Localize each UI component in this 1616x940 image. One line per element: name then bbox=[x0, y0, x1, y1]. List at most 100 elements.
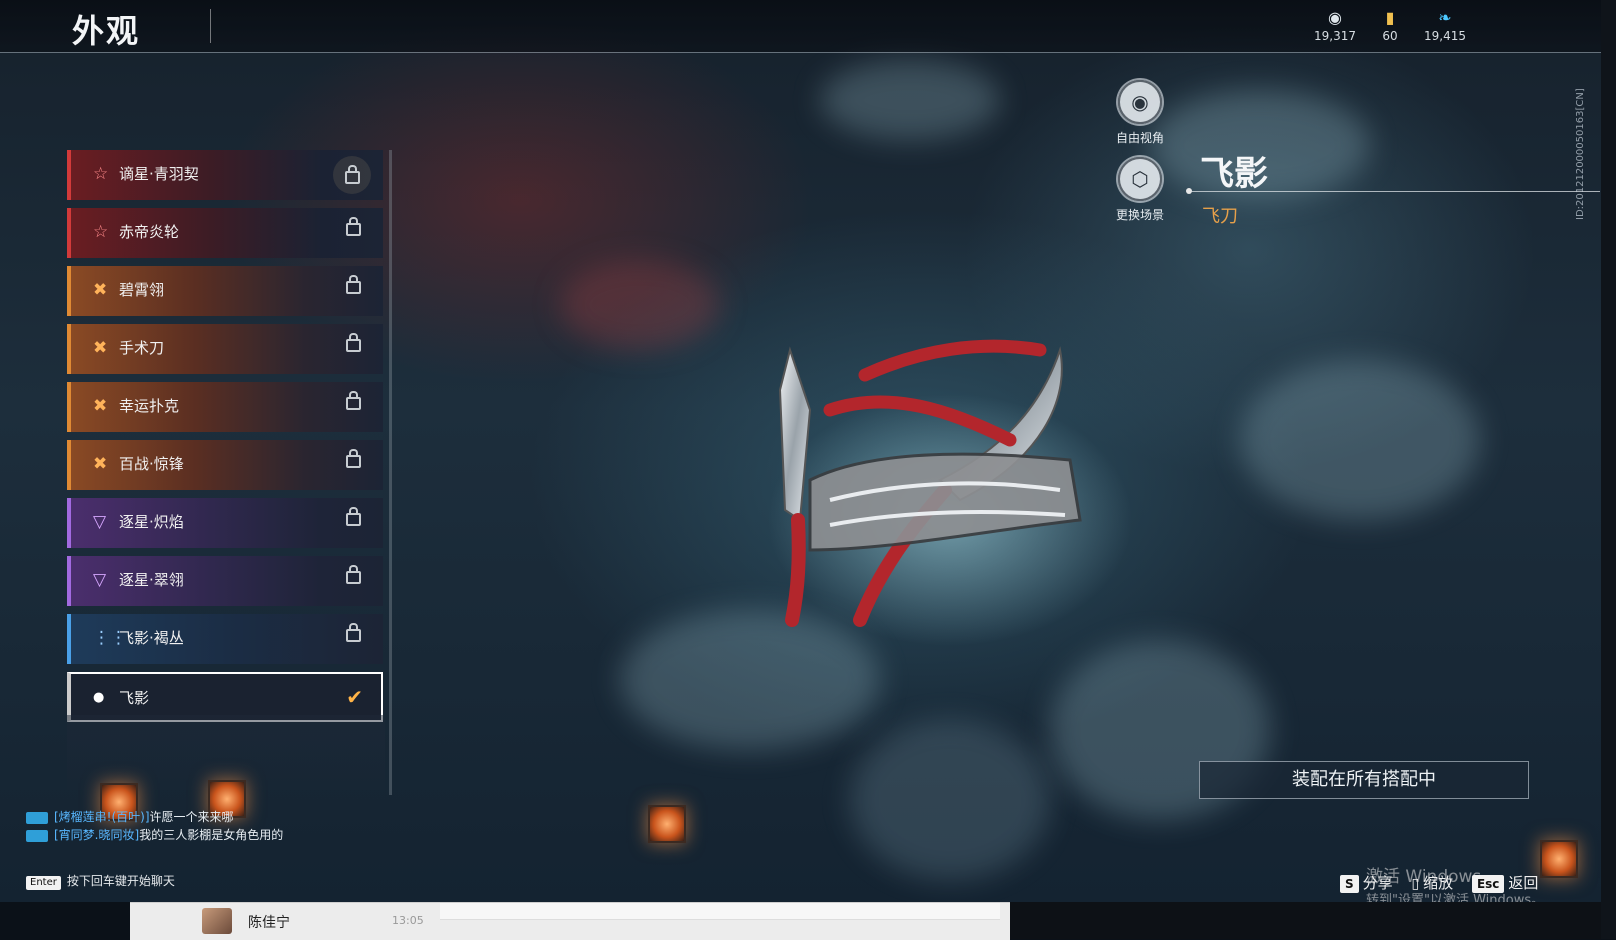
skin-label: 逐星·炽焰 bbox=[119, 513, 184, 531]
drop-icon: ● bbox=[93, 690, 105, 705]
lock-icon bbox=[346, 275, 361, 294]
skin-item[interactable]: ✖ 手术刀 bbox=[67, 324, 383, 374]
back-hotkey[interactable]: Esc 返回 bbox=[1471, 874, 1539, 893]
lock-icon bbox=[346, 507, 361, 526]
game-viewport[interactable]: 外观 ◉ 19,317 ▮ 60 ❧ 19,415 ☆ 谪星·青羽契 ☆ 赤帝炎… bbox=[0, 0, 1601, 902]
message-time: 13:05 bbox=[392, 914, 424, 927]
skin-item[interactable]: ☆ 谪星·青羽契 bbox=[67, 150, 383, 200]
chat-box: [烤榴莲串!(百叶)]许愿一个来来哪 [宵同梦.晓同妆]我的三人影棚是女角色用的 bbox=[26, 808, 326, 844]
chat-sender[interactable]: [烤榴莲串!(百叶)] bbox=[54, 810, 150, 824]
lock-icon bbox=[346, 449, 361, 468]
title-divider bbox=[210, 9, 211, 43]
zoom-hotkey[interactable]: ▯ 缩放 bbox=[1411, 874, 1453, 892]
hotkey-label: 返回 bbox=[1508, 874, 1539, 892]
client-id: ID:201212000050163[CN] bbox=[1575, 70, 1589, 220]
change-scene-button[interactable]: ⬡ 更换场景 bbox=[1100, 157, 1180, 223]
top-bar-divider bbox=[0, 52, 1601, 53]
skin-item[interactable]: ⋮⋮ 飞影·褐丛 bbox=[67, 614, 383, 664]
star-icon: ☆ bbox=[93, 222, 109, 242]
skin-label: 谪星·青羽契 bbox=[119, 165, 199, 183]
chat-text: 我的三人影棚是女角色用的 bbox=[139, 828, 284, 842]
chat-hint[interactable]: Enter 按下回车键开始聊天 bbox=[26, 872, 175, 890]
lock-icon bbox=[346, 565, 361, 584]
skin-item[interactable]: ▽ 逐星·炽焰 bbox=[67, 498, 383, 548]
skin-item[interactable]: ✖ 幸运扑克 bbox=[67, 382, 383, 432]
lock-badge bbox=[333, 156, 371, 194]
channel-icon bbox=[26, 829, 48, 842]
cube-icon: ⬡ bbox=[1118, 157, 1162, 201]
cross-star-icon: ✖ bbox=[93, 396, 108, 416]
lock-icon bbox=[346, 391, 361, 410]
skin-item[interactable]: ✖ 百战·惊锋 bbox=[67, 440, 383, 490]
skin-item[interactable]: ✖ 碧霄翎 bbox=[67, 266, 383, 316]
skin-label: 手术刀 bbox=[119, 339, 165, 357]
background-window bbox=[1010, 902, 1601, 939]
skin-list-empty-area bbox=[67, 715, 385, 790]
avatar[interactable] bbox=[202, 908, 232, 934]
skin-item[interactable]: ☆ 赤帝炎轮 bbox=[67, 208, 383, 258]
channel-icon bbox=[26, 811, 48, 824]
cross-star-icon: ✖ bbox=[93, 454, 108, 474]
lantern bbox=[648, 805, 686, 843]
currency-value: 19,415 bbox=[1424, 29, 1466, 43]
triangle-star-icon: ▽ bbox=[93, 512, 107, 532]
skin-label: 赤帝炎轮 bbox=[119, 223, 180, 241]
key-esc: Esc bbox=[1471, 875, 1505, 893]
lock-icon bbox=[346, 333, 361, 352]
mouse-scroll-icon: ▯ bbox=[1411, 876, 1420, 892]
skin-label: 幸运扑克 bbox=[119, 397, 180, 415]
hotkey-bar: S 分享 ▯ 缩放 Esc 返回 bbox=[1340, 872, 1552, 893]
chat-message: [烤榴莲串!(百叶)]许愿一个来来哪 bbox=[26, 808, 326, 826]
blade bbox=[778, 346, 812, 522]
skin-label: 逐星·翠翎 bbox=[119, 571, 184, 589]
background-cloud bbox=[1240, 360, 1480, 520]
star-icon: ☆ bbox=[93, 164, 109, 184]
lock-icon bbox=[346, 217, 361, 236]
skin-label: 飞影 bbox=[119, 689, 150, 707]
window-edge bbox=[1601, 0, 1616, 939]
external-chat-window[interactable]: 陈佳宁 13:05 bbox=[130, 902, 1010, 940]
currency-feather: ❧ 19,415 bbox=[1410, 8, 1480, 43]
handle bbox=[785, 513, 806, 627]
free-view-button[interactable]: ◉ 自由视角 bbox=[1100, 80, 1180, 146]
background-cloud bbox=[560, 260, 720, 350]
top-bar: 外观 ◉ 19,317 ▮ 60 ❧ 19,415 bbox=[0, 0, 1601, 53]
hotkey-label: 缩放 bbox=[1423, 874, 1454, 892]
item-type: 飞刀 bbox=[1202, 206, 1238, 227]
contact-name[interactable]: 陈佳宁 bbox=[248, 912, 290, 932]
triangle-star-icon: ▽ bbox=[93, 570, 107, 590]
list-scrollbar[interactable] bbox=[389, 150, 392, 795]
chat-text: 许愿一个来来哪 bbox=[149, 810, 234, 824]
skin-label: 碧霄翎 bbox=[119, 281, 165, 299]
item-name: 飞影 bbox=[1200, 154, 1268, 194]
holster bbox=[808, 452, 1082, 552]
share-hotkey[interactable]: S 分享 bbox=[1340, 874, 1393, 893]
check-icon: ✔ bbox=[346, 685, 363, 709]
hotkey-label: 分享 bbox=[1362, 874, 1393, 892]
camera-icon: ◉ bbox=[1118, 80, 1162, 124]
chat-hint-text: 按下回车键开始聊天 bbox=[66, 874, 175, 888]
skin-list: ☆ 谪星·青羽契 ☆ 赤帝炎轮 ✖ 碧霄翎 ✖ 手术刀 ✖ 幸运扑克 ✖ 百战·… bbox=[67, 150, 385, 800]
chat-message: [宵同梦.晓同妆]我的三人影棚是女角色用的 bbox=[26, 826, 326, 844]
detail-divider bbox=[1190, 191, 1600, 192]
key-s: S bbox=[1340, 875, 1359, 893]
toolbar-strip bbox=[440, 903, 1000, 920]
lock-icon bbox=[345, 165, 360, 184]
handle bbox=[823, 395, 1017, 447]
weapon-model[interactable] bbox=[770, 330, 1120, 660]
client-id-text: ID:201212000050163[CN] bbox=[1575, 88, 1586, 220]
handle bbox=[858, 339, 1047, 382]
skin-item[interactable]: ▽ 逐星·翠翎 bbox=[67, 556, 383, 606]
cross-star-icon: ✖ bbox=[93, 280, 108, 300]
equip-all-button[interactable]: 装配在所有搭配中 bbox=[1199, 761, 1529, 799]
page-title: 外观 bbox=[72, 12, 141, 50]
background-cloud bbox=[850, 720, 1050, 880]
lock-icon bbox=[346, 623, 361, 642]
enter-key-icon: Enter bbox=[26, 876, 61, 890]
background-cloud bbox=[820, 60, 1000, 140]
change-scene-label: 更换场景 bbox=[1115, 208, 1164, 222]
cross-star-icon: ✖ bbox=[93, 338, 108, 358]
chat-sender[interactable]: [宵同梦.晓同妆] bbox=[54, 828, 139, 842]
skin-label: 百战·惊锋 bbox=[119, 455, 184, 473]
skin-label: 飞影·褐丛 bbox=[119, 629, 184, 647]
